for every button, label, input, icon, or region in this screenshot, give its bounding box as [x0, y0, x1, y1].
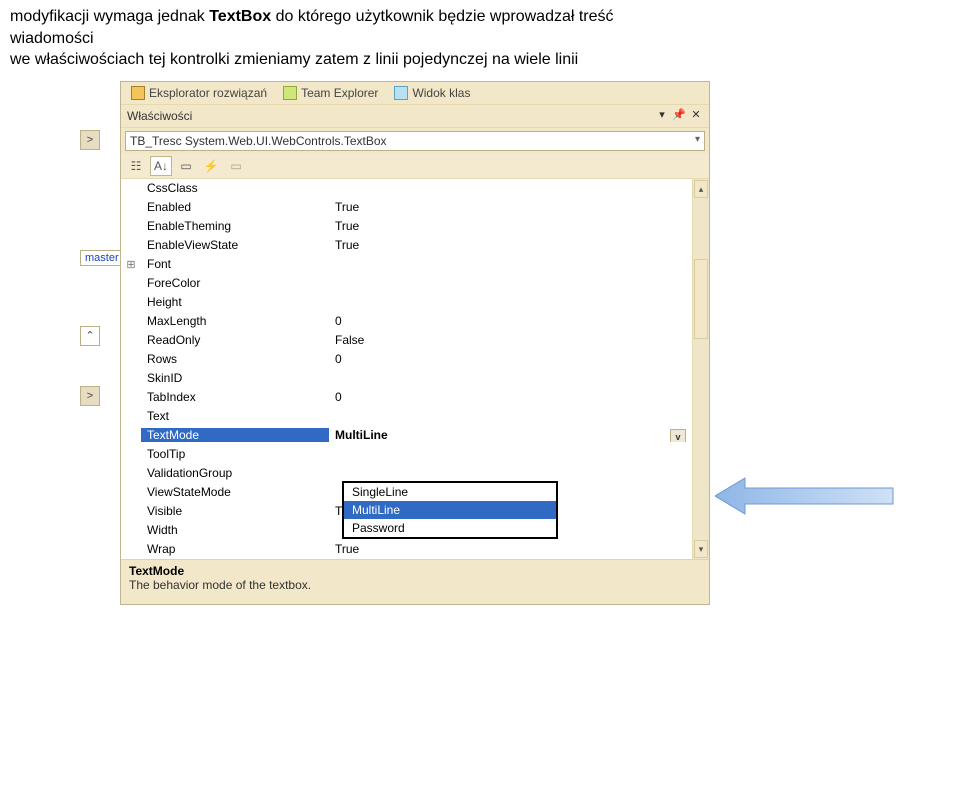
property-name: TextMode	[141, 428, 329, 442]
description-text: The behavior mode of the textbox.	[129, 578, 701, 592]
property-grid-wrap: CssClassEnabledTrueEnableThemingTrueEnab…	[121, 179, 709, 559]
left-dock-more[interactable]: >	[80, 386, 100, 406]
property-row-wrap[interactable]: WrapTrue	[121, 540, 692, 559]
tab-solution-label: Eksplorator rozwiązań	[149, 86, 267, 100]
property-name: Wrap	[141, 542, 329, 556]
property-value[interactable]: True	[329, 238, 692, 252]
solution-explorer-icon	[131, 86, 145, 100]
left-dock-up[interactable]: ⌃	[80, 326, 100, 346]
tab-solution-explorer[interactable]: Eksplorator rozwiązań	[125, 84, 273, 102]
property-name: EnableTheming	[141, 219, 329, 233]
intro-line3: we właściwościach tej kontrolki zmieniam…	[10, 51, 578, 68]
scroll-thumb[interactable]	[694, 259, 708, 339]
class-view-icon	[394, 86, 408, 100]
events-button[interactable]: ⚡	[200, 156, 222, 176]
property-row-readonly[interactable]: ReadOnlyFalse	[121, 331, 692, 350]
property-name: EnableViewState	[141, 238, 329, 252]
intro-line1b: do którego użytkownik będzie wprowadzał …	[271, 8, 613, 25]
property-value[interactable]: True	[329, 542, 692, 556]
property-row-height[interactable]: Height	[121, 293, 692, 312]
intro-line2: wiadomości	[10, 30, 94, 47]
property-row-enabled[interactable]: EnabledTrue	[121, 198, 692, 217]
property-name: Visible	[141, 504, 329, 518]
object-selector[interactable]: TB_Tresc System.Web.UI.WebControls.TextB…	[125, 131, 705, 151]
property-row-enableviewstate[interactable]: EnableViewStateTrue	[121, 236, 692, 255]
properties-header: Właściwości ▾ 📌 ✕	[121, 105, 709, 128]
object-selector-text: TB_Tresc System.Web.UI.WebControls.TextB…	[130, 134, 387, 148]
property-name: Rows	[141, 352, 329, 366]
callout-arrow	[715, 476, 895, 516]
property-name: Height	[141, 295, 329, 309]
property-row-rows[interactable]: Rows0	[121, 350, 692, 369]
properties-toolbar: ☷ A↓ ▭ ⚡ ▭	[121, 154, 709, 179]
intro-text: modyfikacji wymaga jednak TextBox do któ…	[0, 0, 960, 73]
property-name: Text	[141, 409, 329, 423]
property-name: Enabled	[141, 200, 329, 214]
left-dock-expand[interactable]: >	[80, 130, 100, 150]
properties-page-button[interactable]: ▭	[175, 156, 197, 176]
categorize-button[interactable]: ☷	[125, 156, 147, 176]
property-row-tooltip[interactable]: ToolTip	[121, 445, 692, 464]
tool-disabled: ▭	[225, 156, 247, 176]
row-gutter: ⊞	[121, 258, 141, 271]
properties-title: Właściwości	[127, 109, 192, 123]
property-name: ReadOnly	[141, 333, 329, 347]
property-name: ViewStateMode	[141, 485, 329, 499]
property-row-font[interactable]: ⊞Font	[121, 255, 692, 274]
property-row-tabindex[interactable]: TabIndex0	[121, 388, 692, 407]
property-row-text[interactable]: Text	[121, 407, 692, 426]
property-row-enabletheming[interactable]: EnableThemingTrue	[121, 217, 692, 236]
property-row-maxlength[interactable]: MaxLength0	[121, 312, 692, 331]
team-explorer-icon	[283, 86, 297, 100]
value-dropdown-button[interactable]: v	[670, 429, 686, 442]
intro-line1a: modyfikacji wymaga jednak	[10, 8, 209, 25]
property-name: Width	[141, 523, 329, 537]
dropdown-option-multiline[interactable]: MultiLine	[344, 501, 556, 519]
panel-dropdown-icon[interactable]: ▾	[655, 109, 669, 123]
left-dock-strip: > master ⌃ >	[80, 130, 118, 406]
property-name: SkinID	[141, 371, 329, 385]
panel-pin-icon[interactable]: 📌	[672, 109, 686, 123]
property-name: ToolTip	[141, 447, 329, 461]
dropdown-option-singleline[interactable]: SingleLine	[344, 483, 556, 501]
scroll-track[interactable]	[693, 199, 709, 539]
property-value[interactable]: 0	[329, 314, 692, 328]
panel-close-icon[interactable]: ✕	[689, 109, 703, 123]
property-value[interactable]: True	[329, 200, 692, 214]
property-value[interactable]: MultiLinev	[329, 428, 692, 442]
properties-panel: Eksplorator rozwiązań Team Explorer Wido…	[120, 81, 710, 605]
alphabetical-button[interactable]: A↓	[150, 156, 172, 176]
property-value[interactable]: True	[329, 219, 692, 233]
scroll-up-button[interactable]: ▴	[694, 180, 708, 198]
property-name: CssClass	[141, 181, 329, 195]
property-row-forecolor[interactable]: ForeColor	[121, 274, 692, 293]
property-row-skinid[interactable]: SkinID	[121, 369, 692, 388]
dropdown-option-password[interactable]: Password	[344, 519, 556, 537]
intro-bold: TextBox	[209, 8, 271, 25]
tab-class-view[interactable]: Widok klas	[388, 84, 476, 102]
scroll-down-button[interactable]: ▾	[694, 540, 708, 558]
grid-scrollbar[interactable]: ▴ ▾	[692, 179, 709, 559]
textmode-dropdown[interactable]: SingleLineMultiLinePassword	[342, 481, 558, 539]
property-row-cssclass[interactable]: CssClass	[121, 179, 692, 198]
property-name: MaxLength	[141, 314, 329, 328]
property-row-textmode[interactable]: TextModeMultiLinev	[121, 426, 692, 445]
tab-team-label: Team Explorer	[301, 86, 378, 100]
top-tabs: Eksplorator rozwiązań Team Explorer Wido…	[121, 82, 709, 105]
left-dock-master[interactable]: master	[80, 250, 124, 266]
tab-team-explorer[interactable]: Team Explorer	[277, 84, 384, 102]
property-name: Font	[141, 257, 329, 271]
property-name: ValidationGroup	[141, 466, 329, 480]
property-name: TabIndex	[141, 390, 329, 404]
property-description: TextMode The behavior mode of the textbo…	[121, 559, 709, 600]
property-value[interactable]: 0	[329, 390, 692, 404]
property-name: ForeColor	[141, 276, 329, 290]
property-value[interactable]: False	[329, 333, 692, 347]
tab-class-label: Widok klas	[412, 86, 470, 100]
description-name: TextMode	[129, 564, 701, 578]
property-value[interactable]: 0	[329, 352, 692, 366]
